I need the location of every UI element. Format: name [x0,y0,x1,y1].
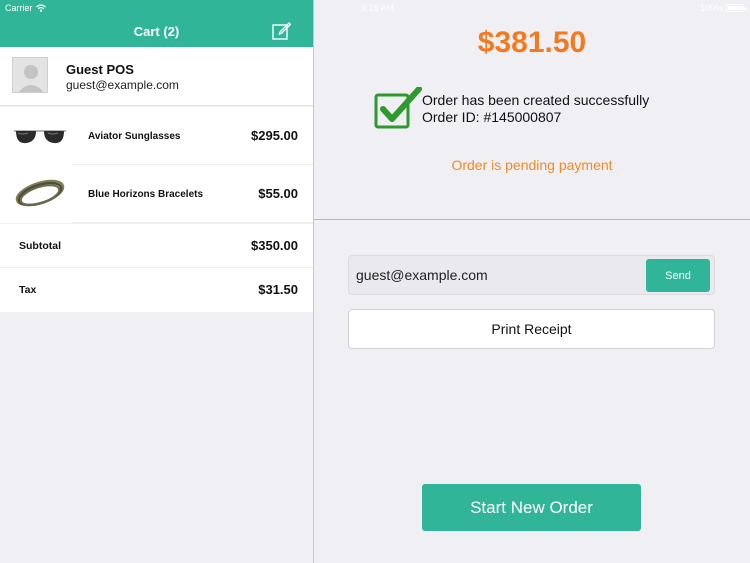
print-receipt-button[interactable]: Print Receipt [348,309,715,349]
customer-name: Guest POS [66,62,134,77]
tax-value: $31.50 [258,282,298,297]
item-divider [72,222,313,223]
status-time: 9:16 AM [361,3,395,13]
pending-payment-message: Order is pending payment [451,157,613,173]
start-new-order-button[interactable]: Start New Order [422,484,641,531]
receipt-email-box: Send [348,255,715,295]
order-success-message: Order has been created successfully Orde… [422,92,649,126]
tax-label: Tax [19,284,37,296]
cart-item[interactable]: Blue Horizons Bracelets $55.00 [0,165,313,223]
cart-item[interactable]: Aviator Sunglasses $295.00 [0,107,313,165]
receipt-email-input[interactable] [356,256,641,294]
battery-indicator: 100% [699,3,746,13]
cart-title: Cart (2) [133,24,180,39]
person-icon [13,58,47,92]
success-message: Order has been created successfully [422,92,650,108]
cart-panel: Cart (2) Guest POS guest@example.com Avi… [0,0,313,563]
bracelets-thumbnail-icon [15,179,65,207]
avatar [12,57,48,93]
item-name: Aviator Sunglasses [88,131,181,142]
subtotal-value: $350.00 [251,238,298,253]
order-panel: $381.50 Order has been created successfu… [314,0,750,563]
section-divider [314,219,750,220]
carrier-indicator: Carrier [5,3,46,13]
send-button[interactable]: Send [646,259,710,292]
status-bar: Carrier 9:16 AM 100% [0,0,750,16]
customer-email: guest@example.com [66,78,179,92]
checkmark-icon [374,87,422,129]
sunglasses-thumbnail-icon [14,130,66,144]
subtotal-row: Subtotal $350.00 [0,224,313,268]
customer-row[interactable]: Guest POS guest@example.com [0,47,313,106]
subtotal-label: Subtotal [19,240,61,252]
battery-icon [726,4,746,12]
wifi-icon [35,4,46,12]
item-price: $295.00 [251,128,298,143]
order-total: $381.50 [477,26,587,59]
item-name: Blue Horizons Bracelets [88,189,204,200]
item-price: $55.00 [258,186,298,201]
order-id: Order ID: #145000807 [422,109,562,125]
carrier-label: Carrier [5,3,33,13]
tax-row: Tax $31.50 [0,268,313,312]
edit-icon[interactable] [272,21,291,40]
battery-percent: 100% [699,3,723,13]
